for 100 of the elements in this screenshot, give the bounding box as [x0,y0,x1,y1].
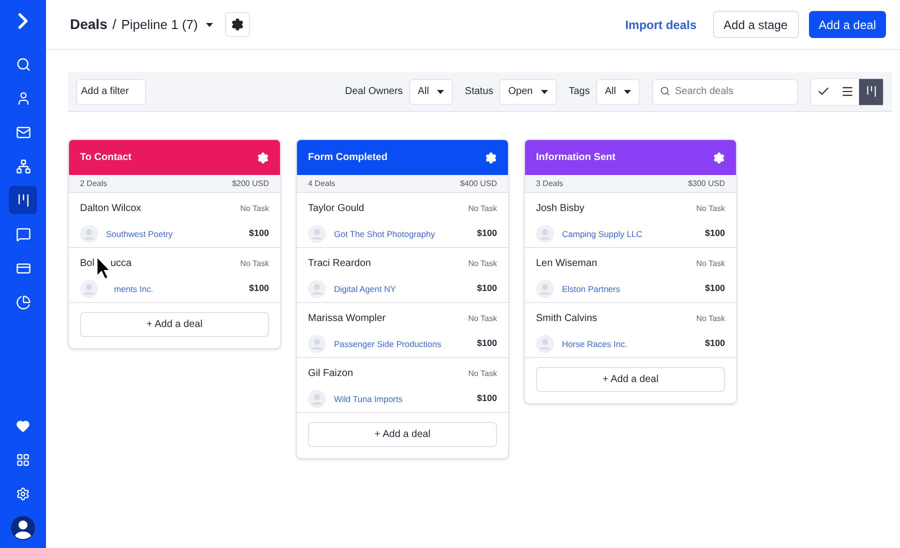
deal-name: Smith Calvins [536,312,598,326]
deal-amount: $100 [476,392,497,406]
import-deals-link[interactable]: Import deals [625,16,697,34]
company-link[interactable]: Camping Supply LLC [562,228,642,240]
deal-card[interactable]: Len Wiseman No Task Elston Partners $100 [525,248,736,303]
avatar-icon [536,225,554,243]
company-link[interactable]: ments Inc. [114,282,154,296]
deal-name: Taylor Gould [308,202,364,216]
mail-icon [16,124,30,140]
deal-name: Josh Bisby [536,202,584,216]
search-icon [660,86,670,96]
stage-title: Form Completed [308,151,388,165]
deal-count: 2 Deals [80,178,108,190]
board-icon [864,85,878,98]
task-status: No Task [240,258,269,270]
add-deal-button[interactable]: + Add a deal [308,422,497,447]
page-title: Deals [70,15,108,34]
stage-title: To Contact [80,151,132,165]
view-toggle[interactable] [859,78,883,104]
search-field[interactable]: Search deals [652,78,798,105]
deal-card[interactable]: Josh Bisby No Task Camping Supply LLC $100 [525,193,736,248]
company-link[interactable]: Wild Tuna Imports [334,392,402,406]
deal-amount: $100 [476,337,497,350]
company-link[interactable]: Horse Races Inc. [562,338,628,350]
board-icon [16,192,30,208]
deal-card[interactable]: Bol ucca No Task ments Inc. $100 [69,248,280,303]
org-chart-icon [16,158,30,174]
task-status: No Task [468,258,497,270]
deal-count: 4 Deals [308,178,336,190]
pipeline-dropdown[interactable]: Pipeline 1 (7) [121,14,213,34]
deal-amount: $100 [476,282,497,296]
deal-amount: $100 [704,227,725,240]
add-deal-button[interactable]: + Add a deal [536,367,725,392]
deal-amount: $100 [476,227,497,240]
settings-icon[interactable] [257,152,269,164]
sidebar-item[interactable] [9,186,37,214]
avatar-icon [536,335,554,353]
deal-name: Marissa Wompler [308,312,386,326]
filter-label: Status [464,85,494,99]
card-icon [16,260,30,276]
add-filter-button[interactable]: Add a filter [76,78,146,104]
task-status: No Task [696,202,725,214]
deal-amount: $100 [704,282,725,296]
caret-icon [436,90,444,94]
user-avatar-icon[interactable] [11,516,35,540]
caret-icon [206,22,213,26]
settings-icon [16,487,30,501]
stage-total: $300 USD [688,178,725,190]
task-status: No Task [240,202,269,214]
stage-total: $200 USD [232,178,269,190]
company-link[interactable]: Passenger Side Productions [334,338,442,350]
deal-name: Gil Faizon [308,367,354,381]
deal-card[interactable]: Taylor Gould No Task Got The Shot Photography $100 [297,193,508,248]
chat-icon [16,226,30,242]
avatar-icon [308,335,326,353]
settings-button[interactable] [224,12,250,37]
settings-icon[interactable] [485,152,497,164]
company-link[interactable]: Elston Partners [562,282,620,296]
person-icon [16,90,30,106]
avatar-icon [308,280,326,298]
company-link[interactable]: Southwest Poetry [106,228,173,240]
filter-dropdown[interactable]: All [596,78,640,104]
filter-label: Deal Owners [344,85,403,99]
avatar-icon [80,225,98,243]
add-deal-button[interactable]: Add a deal [808,11,886,38]
company-link[interactable]: Got The Shot Photography [334,228,435,240]
avatar-icon [536,280,554,298]
avatar-icon [308,225,326,243]
deal-name: ucca [110,257,132,271]
task-status: No Task [468,368,497,380]
task-status: No Task [696,312,725,324]
task-status: No Task [696,258,725,270]
settings-icon[interactable] [713,152,725,164]
filter-dropdown[interactable]: Open [499,78,557,104]
settings-icon [230,18,244,31]
list-icon [840,85,854,98]
deal-card[interactable]: Dalton Wilcox No Task Southwest Poetry $100 [69,193,280,248]
apps-icon [16,453,30,467]
deal-card[interactable]: Gil Faizon No Task Wild Tuna Imports $100 [297,358,508,413]
caret-icon [624,90,631,94]
pie-chart-icon [16,294,30,310]
add-stage-button[interactable]: Add a stage [712,11,799,38]
deal-card[interactable]: Traci Reardon No Task Digital Agent NY $100 [297,248,508,303]
deal-name: Dalton Wilcox [80,202,142,216]
search-icon [16,56,30,72]
deal-amount: $100 [248,282,269,296]
task-status: No Task [468,202,497,214]
deal-amount: $100 [704,337,725,350]
avatar-icon [308,390,326,408]
filter-dropdown[interactable]: All [408,78,453,104]
filter-label: Tags [568,85,590,99]
company-link[interactable]: Digital Agent NY [334,282,396,296]
add-deal-button[interactable]: + Add a deal [80,312,269,337]
deal-card[interactable]: Marissa Wompler No Task Passenger Side Productions $100 [297,303,508,358]
avatar-icon [80,280,98,298]
stage-title: Information Sent [536,151,616,165]
deal-amount: $100 [248,227,269,240]
deal-card[interactable]: Smith Calvins No Task Horse Races Inc. $100 [525,303,736,358]
breadcrumb-separator: / [112,15,116,34]
deal-name: Traci Reardon [308,257,371,271]
